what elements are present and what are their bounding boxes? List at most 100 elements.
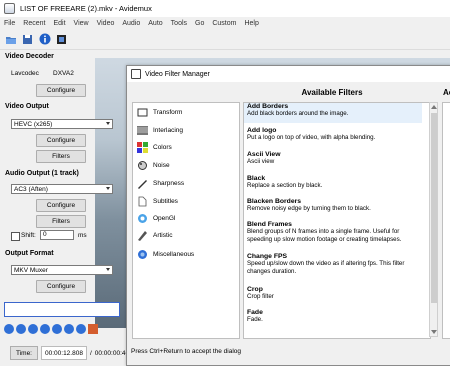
next-frame-icon[interactable] — [28, 324, 38, 334]
category-subtitles[interactable]: Subtitles — [137, 194, 178, 208]
decoder-configure-button[interactable]: Configure — [36, 84, 86, 97]
previous-black-frame-icon[interactable] — [64, 324, 74, 334]
colors-icon — [137, 141, 148, 153]
video-decoder-heading: Video Decoder — [5, 53, 54, 60]
current-time[interactable]: 00:00:12.808 — [41, 346, 87, 360]
menu-tools[interactable]: Tools — [167, 20, 191, 27]
category-label: Interlacing — [153, 126, 183, 134]
output-format-selected: MKV Muxer — [14, 266, 48, 274]
dialog-titlebar: Video Filter Manager — [127, 66, 450, 82]
audio-output-configure-button[interactable]: Configure — [36, 199, 86, 212]
video-output-select[interactable]: HEVC (x265) — [11, 119, 113, 129]
chevron-down-icon — [106, 187, 110, 190]
category-transform[interactable]: Transform — [137, 105, 182, 119]
previous-keyframe-icon[interactable] — [40, 324, 50, 334]
category-artistic[interactable]: Artistic — [137, 228, 173, 242]
shift-checkbox[interactable] — [11, 232, 20, 241]
menu-audio[interactable]: Audio — [118, 20, 144, 27]
shift-label: Shift: — [21, 232, 36, 239]
menu-go[interactable]: Go — [191, 20, 208, 27]
category-label: Artistic — [153, 231, 173, 239]
filter-description: Put a logo on top of video, with alpha b… — [247, 134, 376, 141]
active-filters-list — [442, 102, 450, 339]
filter-name: Blacken Borders — [247, 198, 302, 205]
scroll-up-icon[interactable] — [431, 105, 437, 109]
dialog-icon — [131, 69, 141, 79]
sharpness-icon — [137, 178, 148, 189]
category-label: Noise — [153, 161, 170, 169]
play-icon[interactable] — [4, 324, 14, 334]
filter-item-blend-frames[interactable]: Blend Frames Blend groups of N frames in… — [244, 221, 422, 243]
filter-description: Crop filter — [247, 293, 274, 300]
dialog-status-hint: Press Ctrl+Return to accept the dialog — [131, 348, 242, 355]
filter-item-black[interactable]: Black Replace a section by black. — [244, 175, 422, 190]
category-interlacing[interactable]: Interlacing — [137, 123, 183, 137]
time-bar: Time: 00:00:12.808 / 00:00:00:46 — [0, 342, 130, 364]
chevron-down-icon — [106, 268, 110, 271]
next-black-frame-icon[interactable] — [76, 324, 86, 334]
artistic-icon — [137, 230, 148, 241]
timeline-slider[interactable] — [4, 302, 120, 317]
scroll-down-icon[interactable] — [431, 330, 437, 334]
subtitles-icon — [137, 196, 148, 207]
save-icon[interactable] — [21, 33, 34, 46]
filters-scrollbar[interactable] — [429, 102, 438, 337]
avidemux-app-icon — [4, 3, 15, 14]
filter-item-blacken-borders[interactable]: Blacken Borders Remove noisy edge by tur… — [244, 198, 422, 213]
menu-edit[interactable]: Edit — [49, 20, 69, 27]
menu-view[interactable]: View — [70, 20, 93, 27]
filter-item-change-fps[interactable]: Change FPS Speed up/slow down the video … — [244, 253, 422, 275]
video-output-configure-button[interactable]: Configure — [36, 134, 86, 147]
video-output-filters-button[interactable]: Filters — [36, 150, 86, 163]
audio-output-select[interactable]: AC3 (Aften) — [11, 184, 113, 194]
shift-value: 0 — [43, 231, 47, 238]
menu-custom[interactable]: Custom — [208, 20, 240, 27]
menu-video[interactable]: Video — [93, 20, 119, 27]
menu-auto[interactable]: Auto — [144, 20, 166, 27]
category-noise[interactable]: Noise — [137, 158, 170, 172]
next-keyframe-icon[interactable] — [52, 324, 62, 334]
category-label: Sharpness — [153, 179, 185, 187]
category-miscellaneous[interactable]: Miscellaneous — [137, 247, 194, 261]
output-format-select[interactable]: MKV Muxer — [11, 265, 113, 275]
filter-name: Black — [247, 175, 266, 182]
time-separator: / — [89, 349, 92, 357]
film-strip-icon[interactable] — [55, 33, 68, 46]
filter-name: Blend Frames — [247, 221, 292, 228]
audio-output-selected: AC3 (Aften) — [14, 185, 48, 193]
filter-item-add-borders[interactable]: Add Borders Add black borders around the… — [244, 103, 422, 123]
audio-output-filters-button[interactable]: Filters — [36, 215, 86, 228]
filter-description: Fade. — [247, 316, 263, 323]
video-filter-manager-dialog: Video Filter Manager Transform Interlaci… — [126, 65, 450, 366]
scrollbar-thumb[interactable] — [431, 113, 437, 303]
left-panel: Video Decoder Lavcodec DXVA2 Configure V… — [0, 50, 122, 320]
active-filters-heading: Ac — [443, 88, 450, 97]
menu-recent[interactable]: Recent — [19, 20, 49, 27]
shift-input[interactable]: 0 — [40, 230, 74, 240]
menu-file[interactable]: File — [0, 20, 19, 27]
playback-controls — [4, 322, 100, 336]
filter-description: Remove noisy edge by turning them to bla… — [247, 205, 371, 212]
noise-icon — [137, 160, 148, 171]
time-button[interactable]: Time: — [10, 346, 38, 360]
previous-frame-icon[interactable] — [16, 324, 26, 334]
filter-item-crop[interactable]: Crop Crop filter — [244, 286, 422, 301]
set-marker-a-icon[interactable] — [88, 324, 98, 334]
category-sharpness[interactable]: Sharpness — [137, 176, 184, 190]
info-icon[interactable] — [38, 33, 51, 46]
open-folder-icon[interactable] — [4, 33, 17, 46]
category-colors[interactable]: Colors — [137, 140, 172, 154]
menu-bar: File Recent Edit View Video Audio Auto T… — [0, 17, 450, 29]
filter-name: Fade — [247, 309, 263, 316]
category-opengl[interactable]: OpenGl — [137, 211, 175, 225]
filter-item-fade[interactable]: Fade Fade. — [244, 309, 422, 324]
decoder-codec-value: DXVA2 — [53, 70, 74, 77]
filter-name: Crop — [247, 286, 263, 293]
filter-description: Replace a section by black. — [247, 182, 323, 189]
filter-item-ascii-view[interactable]: Ascii View Ascii view — [244, 151, 422, 166]
category-label: Subtitles — [153, 197, 178, 205]
filter-item-add-logo[interactable]: Add logo Put a logo on top of video, wit… — [244, 127, 422, 142]
filter-name: Ascii View — [247, 151, 281, 158]
menu-help[interactable]: Help — [240, 20, 262, 27]
output-format-configure-button[interactable]: Configure — [36, 280, 86, 293]
